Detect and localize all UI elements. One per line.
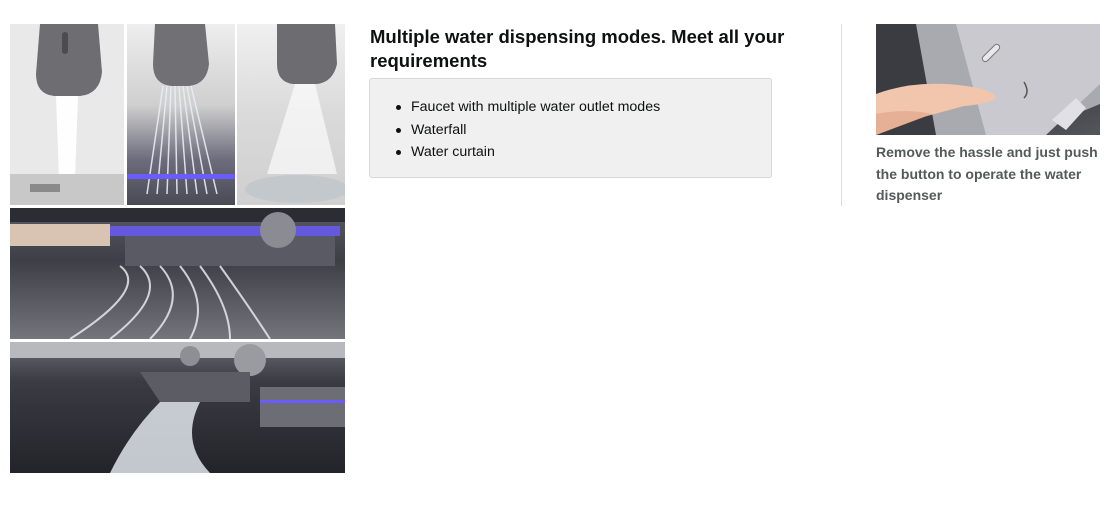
bullet-dot-icon <box>396 150 401 155</box>
faucet-stream-image <box>10 24 124 205</box>
feature-headline: Multiple water dispensing modes. Meet al… <box>370 26 785 71</box>
product-feature-section: Multiple water dispensing modes. Meet al… <box>0 0 1114 508</box>
button-press-image <box>876 24 1100 135</box>
waterfall-outlet-image <box>10 342 345 473</box>
waterfall-outlet-icon <box>10 342 345 473</box>
faucet-stream-icon <box>10 24 124 205</box>
waterfall-icon <box>10 208 345 339</box>
section-divider <box>841 24 842 206</box>
feature-bullet-item: Waterfall <box>396 119 660 142</box>
button-press-caption: Remove the hassle and just push the butt… <box>876 144 1098 203</box>
feature-bullet-item: Faucet with multiple water outlet modes <box>396 96 660 119</box>
feature-bullet-text: Faucet with multiple water outlet modes <box>411 99 661 115</box>
hand-press-button-icon <box>876 24 1100 135</box>
water-curtain-icon <box>245 24 345 203</box>
waterfall-mode-image <box>10 208 345 339</box>
feature-bullet-text: Waterfall <box>411 121 467 138</box>
bullet-dot-icon <box>396 127 401 133</box>
spray-mode-image <box>127 24 235 205</box>
feature-bullet-item: Water curtain <box>396 141 660 164</box>
water-modes-collage-image <box>10 24 345 473</box>
feature-bullet-text: Water curtain <box>411 144 495 160</box>
spray-icon <box>127 24 235 195</box>
feature-bullet-list-box: Faucet with multiple water outlet modes … <box>369 78 772 178</box>
feature-bullet-list: Faucet with multiple water outlet modes … <box>396 96 660 164</box>
bullet-dot-icon <box>396 105 401 110</box>
curtain-mode-image <box>237 24 345 205</box>
